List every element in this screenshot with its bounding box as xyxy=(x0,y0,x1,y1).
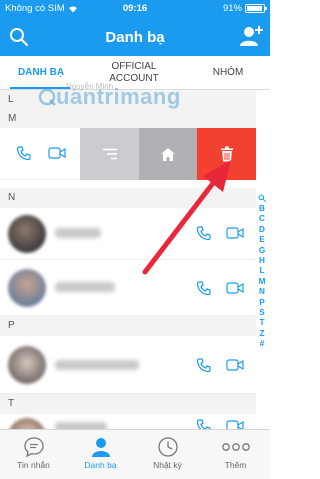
delete-button[interactable] xyxy=(197,128,256,180)
swipe-actions xyxy=(80,128,256,180)
nav-more[interactable]: Thêm xyxy=(201,430,270,479)
phone-icon[interactable] xyxy=(196,418,212,429)
phone-icon[interactable] xyxy=(16,145,32,161)
contact-row[interactable] xyxy=(0,208,256,260)
battery-info: 91% xyxy=(222,3,267,14)
watermark-text: uantrimang xyxy=(56,84,181,109)
avatar xyxy=(8,269,46,307)
index-letter[interactable]: G xyxy=(259,246,265,256)
section-header-n: N xyxy=(0,188,256,208)
clock-icon xyxy=(157,437,178,457)
trash-icon xyxy=(220,146,233,162)
battery-percent: 91% xyxy=(222,3,242,14)
nav-messages[interactable]: Tin nhắn xyxy=(0,430,67,479)
contact-name-blurred xyxy=(55,360,139,370)
alphabet-index[interactable]: B C D E G H L M N P S T Z # xyxy=(256,194,268,350)
index-letter[interactable]: P xyxy=(259,298,264,308)
section-header-p: P xyxy=(0,316,256,336)
index-letter[interactable]: Z xyxy=(259,329,264,339)
nav-timeline[interactable]: Nhật ký xyxy=(134,430,201,479)
more-icon xyxy=(221,443,250,451)
status-bar: Không có SIM 09:16 91% xyxy=(0,0,270,18)
contact-row-swiped[interactable] xyxy=(0,128,256,180)
avatar xyxy=(8,418,46,429)
contact-row[interactable] xyxy=(0,414,256,429)
video-call-icon[interactable] xyxy=(226,281,244,295)
index-letter[interactable]: D xyxy=(259,225,265,235)
index-letter[interactable]: H xyxy=(259,256,265,266)
avatar xyxy=(8,215,46,253)
index-letter[interactable]: E xyxy=(259,235,264,245)
app-header: Không có SIM 09:16 91% Danh bạ xyxy=(0,0,270,56)
more-options-button[interactable] xyxy=(80,128,139,180)
chat-icon xyxy=(23,437,44,458)
video-call-icon[interactable] xyxy=(226,419,244,429)
add-user-icon[interactable] xyxy=(238,24,264,48)
bottom-nav: Tin nhắn Danh bạ Nhật ký Thêm xyxy=(0,429,270,479)
index-letter[interactable]: M xyxy=(259,277,266,287)
phone-icon[interactable] xyxy=(196,225,212,241)
index-letter[interactable]: T xyxy=(259,318,264,328)
avatar xyxy=(8,346,46,384)
index-letter[interactable]: L xyxy=(259,266,264,276)
index-letter[interactable]: S xyxy=(259,308,264,318)
phone-icon[interactable] xyxy=(196,357,212,373)
tab-nhom[interactable]: NHÓM xyxy=(186,56,270,90)
contact-name-blurred xyxy=(55,228,101,238)
watermark: uantrimang xyxy=(38,84,181,110)
home-icon xyxy=(161,147,175,161)
index-letter[interactable]: C xyxy=(259,214,265,224)
page-title: Danh bạ xyxy=(105,29,165,46)
section-header-m: M xyxy=(0,110,256,128)
contacts-icon xyxy=(91,438,110,457)
nav-label: Tin nhắn xyxy=(17,460,50,470)
index-letter[interactable]: N xyxy=(259,287,265,297)
nav-contacts[interactable]: Danh bạ xyxy=(67,430,134,479)
battery-icon xyxy=(245,4,267,13)
nav-label: Danh bạ xyxy=(84,460,117,470)
index-search-icon[interactable] xyxy=(258,194,266,202)
watermark-logo-icon xyxy=(38,88,56,106)
nav-label: Thêm xyxy=(224,460,247,470)
contact-row[interactable] xyxy=(0,260,256,316)
contact-row[interactable] xyxy=(0,336,256,394)
nav-label: Nhật ký xyxy=(153,460,182,470)
video-call-icon[interactable] xyxy=(226,226,244,240)
video-call-icon[interactable] xyxy=(226,358,244,372)
menu-lines-icon xyxy=(102,148,117,160)
section-header-t: T xyxy=(0,394,256,414)
index-letter[interactable]: B xyxy=(259,204,265,214)
video-call-icon[interactable] xyxy=(48,146,66,160)
contact-list[interactable]: L M N P T xyxy=(0,90,256,429)
title-bar: Danh bạ xyxy=(0,18,270,56)
home-shortcut-button[interactable] xyxy=(139,128,197,180)
index-letter[interactable]: # xyxy=(260,339,265,349)
contact-name-blurred xyxy=(55,282,115,292)
phone-icon[interactable] xyxy=(196,280,212,296)
contact-name-blurred xyxy=(55,422,107,429)
